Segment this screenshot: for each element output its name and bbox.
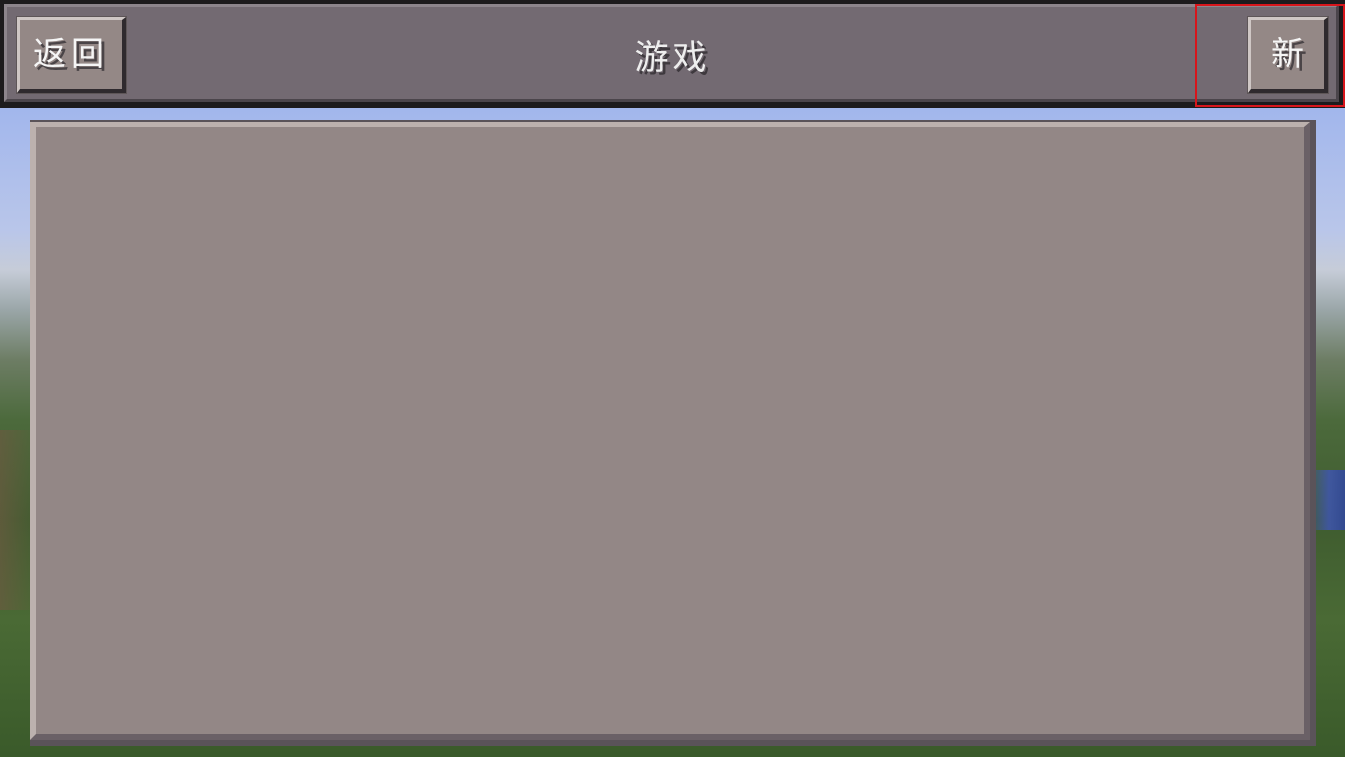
world-list-panel[interactable] bbox=[30, 122, 1310, 740]
new-world-button[interactable]: 新 bbox=[1247, 16, 1329, 94]
page-title: 游戏 bbox=[634, 38, 711, 78]
back-button[interactable]: 返回 bbox=[16, 16, 127, 94]
world-list-empty-area bbox=[36, 127, 1304, 734]
